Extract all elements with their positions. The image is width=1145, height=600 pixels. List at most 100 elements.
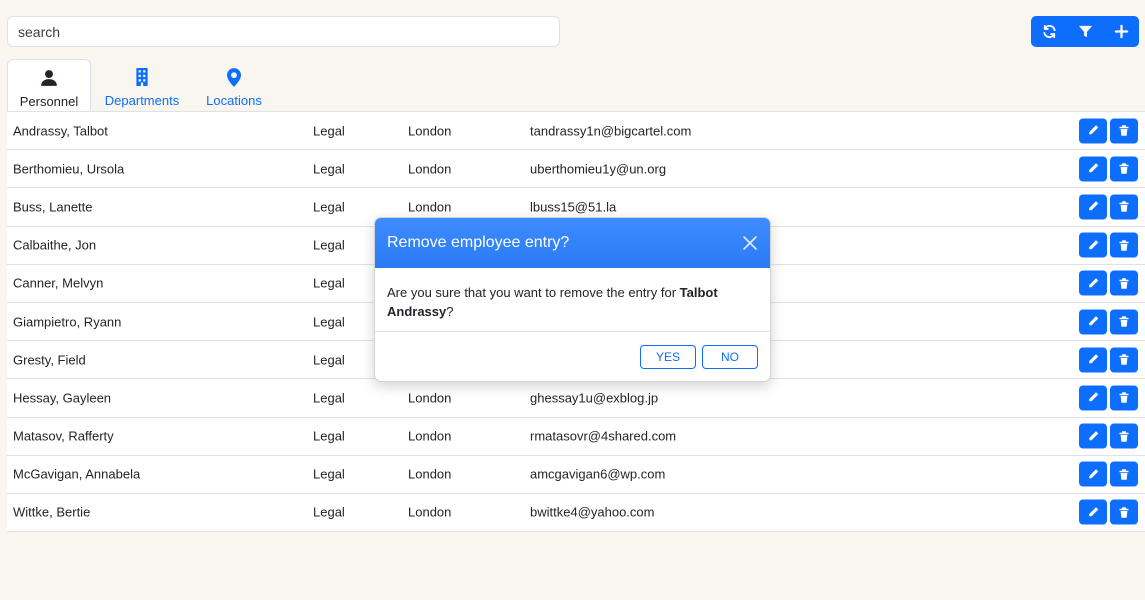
employee-department: Legal <box>313 161 345 177</box>
employee-email: bwittke4@yahoo.com <box>530 504 655 520</box>
delete-button[interactable] <box>1110 347 1138 373</box>
employee-location: London <box>408 123 452 139</box>
trash-icon <box>1119 392 1129 404</box>
edit-button[interactable] <box>1079 156 1107 182</box>
employee-department: Legal <box>313 504 345 520</box>
delete-button[interactable] <box>1110 270 1138 296</box>
modal-body: Are you sure that you want to remove the… <box>375 268 770 332</box>
pencil-icon <box>1087 201 1099 213</box>
employee-name: Andrassy, Talbot <box>13 123 108 139</box>
employee-department: Legal <box>313 123 345 139</box>
trash-icon <box>1119 239 1129 251</box>
employee-location: London <box>408 428 452 444</box>
pencil-icon <box>1087 125 1099 136</box>
edit-button[interactable] <box>1079 309 1107 335</box>
employee-name: Calbaithe, Jon <box>13 237 97 253</box>
employee-location: London <box>408 504 452 520</box>
map-pin-icon <box>227 67 241 87</box>
employee-name: Matasov, Rafferty <box>13 428 114 444</box>
employee-name: Berthomieu, Ursola <box>13 161 125 177</box>
edit-button[interactable] <box>1079 499 1107 525</box>
pencil-icon <box>1087 392 1099 404</box>
delete-button[interactable] <box>1110 156 1138 182</box>
tab-departments[interactable]: Departments <box>91 59 193 111</box>
refresh-icon <box>1042 24 1056 39</box>
table-row: Hessay, Gayleen Legal London ghessay1u@exbl… <box>7 379 1145 418</box>
employee-department: Legal <box>313 237 345 253</box>
delete-button[interactable] <box>1110 194 1138 220</box>
edit-button[interactable] <box>1079 232 1107 258</box>
edit-button[interactable] <box>1079 194 1107 220</box>
table-row: Andrassy, Talbot Legal London tandrassy1n@b… <box>7 112 1145 151</box>
employee-email: lbuss15@51.la <box>530 199 617 215</box>
trash-icon <box>1119 125 1129 136</box>
employee-department: Legal <box>313 275 345 291</box>
pencil-icon <box>1087 507 1099 518</box>
modal-footer: YES NO <box>375 332 770 381</box>
employee-location: London <box>408 390 452 406</box>
remove-employee-modal: Remove employee entry? Are you sure that… <box>374 217 771 382</box>
tab-label: Locations <box>206 93 262 108</box>
trash-icon <box>1119 316 1129 327</box>
trash-icon <box>1119 507 1129 518</box>
employee-department: Legal <box>313 428 345 444</box>
pencil-icon <box>1087 163 1099 175</box>
edit-button[interactable] <box>1079 461 1107 487</box>
employee-email: uberthomieu1y@un.org <box>530 161 667 177</box>
add-button[interactable] <box>1103 16 1139 47</box>
person-icon <box>40 68 58 88</box>
plus-icon <box>1114 24 1128 39</box>
close-icon[interactable] <box>742 235 758 251</box>
trash-icon <box>1119 163 1129 175</box>
building-icon <box>135 67 149 87</box>
employee-email: rmatasovr@4shared.com <box>530 428 677 444</box>
table-row: Matasov, Rafferty Legal London rmatasovr@4s… <box>7 418 1145 456</box>
delete-button[interactable] <box>1110 309 1138 335</box>
edit-button[interactable] <box>1079 385 1107 411</box>
employee-department: Legal <box>313 390 345 406</box>
edit-button[interactable] <box>1079 347 1107 373</box>
tab-locations[interactable]: Locations <box>193 59 275 111</box>
delete-button[interactable] <box>1110 423 1138 449</box>
employee-location: London <box>408 161 452 177</box>
trash-icon <box>1119 430 1129 442</box>
delete-button[interactable] <box>1110 499 1138 525</box>
employee-location: London <box>408 199 452 215</box>
edit-button[interactable] <box>1079 423 1107 449</box>
modal-message-end: ? <box>446 304 454 319</box>
search-input[interactable] <box>7 16 560 47</box>
edit-button[interactable] <box>1079 118 1107 144</box>
employee-department: Legal <box>313 314 345 330</box>
employee-name: Hessay, Gayleen <box>13 390 112 406</box>
pencil-icon <box>1087 469 1099 480</box>
trash-icon <box>1119 278 1129 289</box>
pencil-icon <box>1087 430 1099 442</box>
delete-button[interactable] <box>1110 118 1138 144</box>
pencil-icon <box>1087 239 1099 251</box>
table-row: McGavigan, Annabela Legal London amcgavigan… <box>7 456 1145 494</box>
tab-label: Departments <box>104 93 180 108</box>
delete-button[interactable] <box>1110 232 1138 258</box>
filter-button[interactable] <box>1067 16 1103 47</box>
employee-department: Legal <box>313 199 345 215</box>
delete-button[interactable] <box>1110 385 1138 411</box>
no-button[interactable]: NO <box>702 345 758 369</box>
tab-personnel[interactable]: Personnel <box>7 59 91 111</box>
yes-button[interactable]: YES <box>640 345 696 369</box>
trash-icon <box>1119 469 1129 480</box>
employee-email: amcgavigan6@wp.com <box>530 466 666 482</box>
employee-department: Legal <box>313 466 345 482</box>
employee-name: Gresty, Field <box>13 352 86 368</box>
trash-icon <box>1119 201 1129 213</box>
employee-name: Wittke, Bertie <box>13 504 91 520</box>
table-row: Wittke, Bertie Legal London bwittke4@yahoo.… <box>7 494 1145 533</box>
employee-email: tandrassy1n@bigcartel.com <box>530 123 692 139</box>
pencil-icon <box>1087 316 1099 327</box>
edit-button[interactable] <box>1079 270 1107 296</box>
modal-header: Remove employee entry? <box>375 218 770 268</box>
delete-button[interactable] <box>1110 461 1138 487</box>
refresh-button[interactable] <box>1031 16 1067 47</box>
table-row: Berthomieu, Ursola Legal London uberthomieu… <box>7 150 1145 189</box>
employee-name: Giampietro, Ryann <box>13 314 122 330</box>
employee-name: Buss, Lanette <box>13 199 93 215</box>
